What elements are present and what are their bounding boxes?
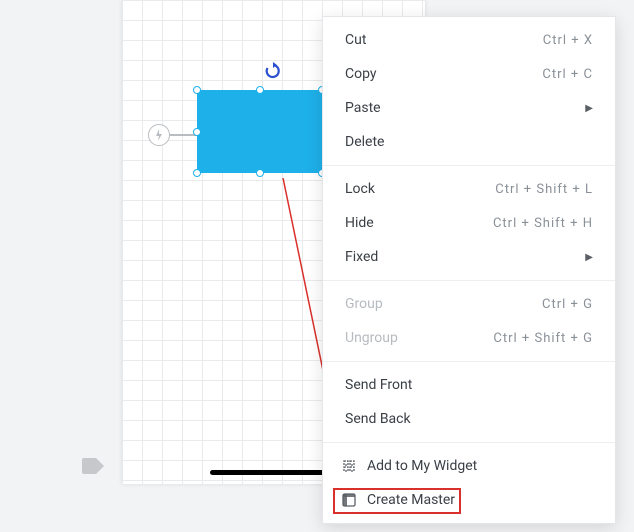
resize-handle-sw[interactable]	[193, 169, 201, 177]
home-indicator	[210, 470, 338, 475]
menu-group: Group Ctrl + G	[323, 287, 615, 321]
menu-group-shortcut: Ctrl + G	[542, 297, 593, 312]
menu-cut[interactable]: Cut Ctrl + X	[323, 23, 615, 57]
menu-paste[interactable]: Paste ▶	[323, 91, 615, 125]
context-menu: Cut Ctrl + X Copy Ctrl + C Paste ▶ Delet…	[322, 16, 616, 524]
resize-handle-w[interactable]	[193, 128, 201, 136]
menu-separator	[323, 280, 615, 281]
menu-hide-label: Hide	[345, 215, 374, 231]
menu-add-widget[interactable]: Add to My Widget	[323, 449, 615, 483]
lightning-icon	[154, 129, 164, 141]
resize-handle-s[interactable]	[256, 169, 264, 177]
menu-hide[interactable]: Hide Ctrl + Shift + H	[323, 206, 615, 240]
resize-handle-n[interactable]	[256, 86, 264, 94]
menu-delete[interactable]: Delete	[323, 125, 615, 159]
menu-copy[interactable]: Copy Ctrl + C	[323, 57, 615, 91]
menu-fixed-label: Fixed	[345, 249, 378, 265]
menu-send-back-label: Send Back	[345, 411, 411, 427]
menu-lock[interactable]: Lock Ctrl + Shift + L	[323, 172, 615, 206]
interaction-badge[interactable]	[148, 124, 170, 146]
menu-add-widget-label: Add to My Widget	[367, 458, 477, 474]
menu-ungroup: Ungroup Ctrl + Shift + G	[323, 321, 615, 355]
menu-lock-label: Lock	[345, 181, 375, 197]
add-widget-icon	[341, 458, 357, 474]
menu-cut-label: Cut	[345, 32, 366, 48]
menu-send-front-label: Send Front	[345, 377, 412, 393]
menu-send-back[interactable]: Send Back	[323, 402, 615, 436]
create-master-icon	[341, 492, 357, 508]
menu-ungroup-label: Ungroup	[345, 330, 398, 346]
selected-rectangle[interactable]	[197, 90, 322, 173]
rotate-handle[interactable]	[264, 62, 282, 80]
menu-separator	[323, 165, 615, 166]
menu-send-front[interactable]: Send Front	[323, 368, 615, 402]
menu-copy-shortcut: Ctrl + C	[542, 67, 593, 82]
menu-lock-shortcut: Ctrl + Shift + L	[495, 182, 593, 197]
menu-separator	[323, 442, 615, 443]
menu-group-label: Group	[345, 296, 383, 312]
menu-cut-shortcut: Ctrl + X	[543, 33, 593, 48]
menu-separator	[323, 361, 615, 362]
menu-ungroup-shortcut: Ctrl + Shift + G	[493, 331, 593, 346]
menu-fixed[interactable]: Fixed ▶	[323, 240, 615, 274]
chevron-right-icon: ▶	[585, 103, 593, 114]
menu-copy-label: Copy	[345, 66, 377, 82]
menu-create-master[interactable]: Create Master	[323, 483, 615, 517]
resize-handle-nw[interactable]	[193, 86, 201, 94]
menu-paste-label: Paste	[345, 100, 381, 116]
menu-delete-label: Delete	[345, 134, 384, 150]
rotate-icon	[264, 62, 282, 80]
menu-create-master-label: Create Master	[367, 492, 455, 508]
chevron-right-icon: ▶	[585, 252, 593, 263]
tag-icon	[82, 458, 104, 478]
menu-hide-shortcut: Ctrl + Shift + H	[493, 216, 593, 231]
